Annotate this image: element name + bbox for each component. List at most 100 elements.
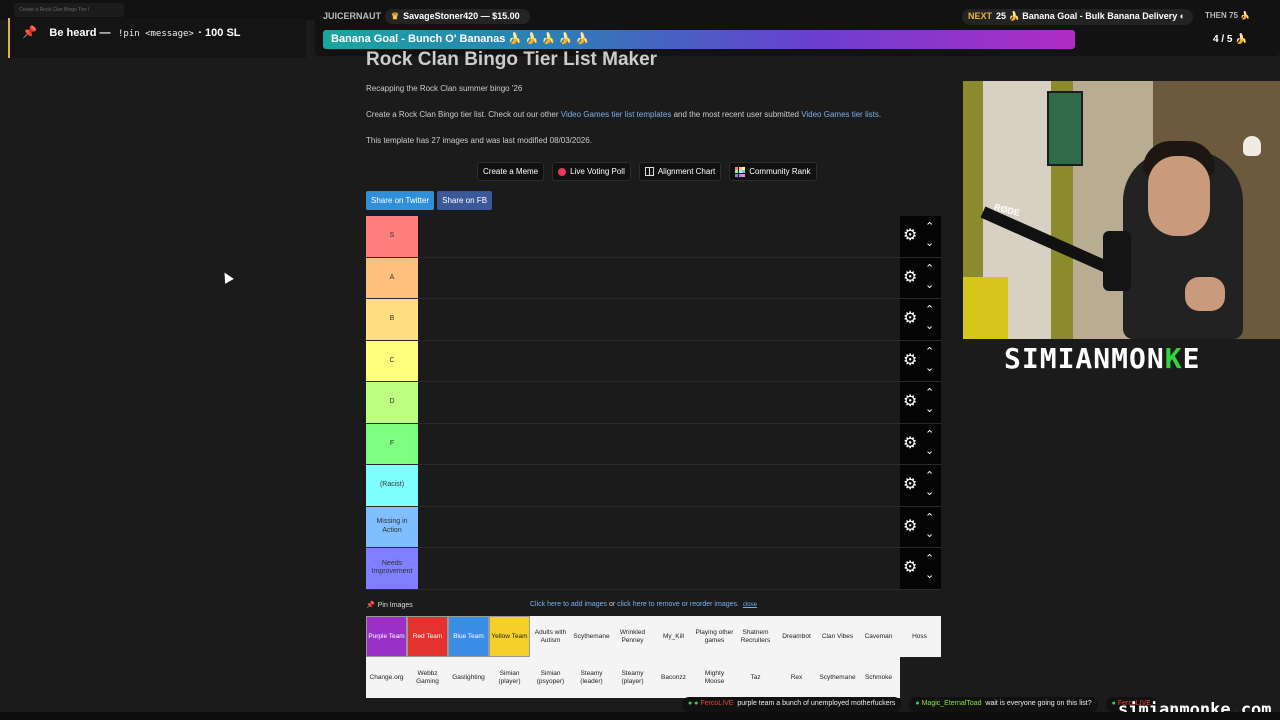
alignment-chart-button[interactable]: Alignment Chart xyxy=(638,162,722,181)
image-card[interactable]: Shatnem Recruiters xyxy=(735,616,776,657)
chevron-down-icon[interactable]: ⌄ xyxy=(925,361,934,374)
video-games-tier-lists-link[interactable]: Video Games tier lists xyxy=(801,110,879,119)
chevron-down-icon[interactable]: ⌄ xyxy=(925,444,934,457)
pin-message-overlay: 📌 Be heard — !pin <message> · 100 SL xyxy=(8,18,306,58)
chevron-up-icon[interactable]: ⌃ xyxy=(925,428,934,441)
tier-controls: ⚙ ⌃ ⌄ xyxy=(900,382,941,423)
chevron-down-icon[interactable]: ⌄ xyxy=(925,319,934,332)
page-description: Create a Rock Clan Bingo tier list. Chec… xyxy=(366,110,881,119)
chevron-up-icon[interactable]: ⌃ xyxy=(925,552,934,565)
chevron-up-icon[interactable]: ⌃ xyxy=(925,220,934,233)
image-card[interactable]: Scythemane xyxy=(571,616,612,657)
chevron-down-icon[interactable]: ⌄ xyxy=(925,236,934,249)
chevron-down-icon[interactable]: ⌄ xyxy=(925,485,934,498)
tier-label[interactable]: B xyxy=(366,299,418,340)
reorder-images-link[interactable]: click here to remove or reorder images. xyxy=(617,601,739,608)
image-card[interactable]: Baconzz xyxy=(653,657,694,698)
gear-icon[interactable]: ⚙ xyxy=(903,394,917,410)
tier-drop-zone[interactable] xyxy=(418,257,900,298)
gear-icon[interactable]: ⚙ xyxy=(903,269,917,286)
image-card[interactable]: Rex xyxy=(776,657,817,698)
image-card[interactable]: My_Kill xyxy=(653,616,694,657)
chevron-up-icon[interactable]: ⌃ xyxy=(925,262,934,275)
image-card[interactable]: Yellow Team xyxy=(489,616,530,657)
live-voting-poll-button[interactable]: Live Voting Poll xyxy=(552,162,631,181)
chevron-down-icon[interactable]: ⌄ xyxy=(925,278,934,291)
chat-text: wait is everyone going on this list? xyxy=(985,700,1092,707)
tier-label[interactable]: (Racist) xyxy=(366,465,418,506)
tier-label[interactable]: Needs Improvement xyxy=(366,548,418,589)
chevron-up-icon[interactable]: ⌃ xyxy=(925,345,934,358)
image-card[interactable]: Wrinkled Penney xyxy=(612,616,653,657)
chevron-up-icon[interactable]: ⌃ xyxy=(925,303,934,316)
tier-label[interactable]: Missing in Action xyxy=(366,506,418,547)
gear-icon[interactable]: ⚙ xyxy=(903,518,917,535)
create-meme-button[interactable]: Create a Meme xyxy=(477,162,545,181)
image-card[interactable]: Gaslighting xyxy=(448,657,489,698)
chevron-up-icon[interactable]: ⌃ xyxy=(925,469,934,482)
tier-controls: ⚙ ⌃ ⌄ xyxy=(900,548,941,589)
chevron-up-icon[interactable]: ⌃ xyxy=(925,386,934,399)
image-card[interactable]: Steamy (player) xyxy=(612,657,653,698)
image-card[interactable]: Clan Vibes xyxy=(817,616,858,657)
browser-tab[interactable]: Create a Rock Clan Bingo Tier l xyxy=(14,3,124,17)
tier-row: F ⚙ ⌃ ⌄ xyxy=(366,423,941,465)
image-card[interactable]: Webbz Gaming xyxy=(407,657,448,698)
image-card[interactable]: Caveman xyxy=(858,616,899,657)
chevron-down-icon[interactable]: ⌄ xyxy=(925,527,934,540)
tier-label[interactable]: D xyxy=(366,382,418,423)
tier-label[interactable]: S xyxy=(366,216,418,257)
image-card[interactable]: Schmoke xyxy=(858,657,899,698)
alignment-label: Alignment Chart xyxy=(657,167,716,176)
stream-screen: { "browser": { "tab_title": "Create a Ro… xyxy=(0,0,1280,720)
share-twitter-button[interactable]: Share on Twitter xyxy=(366,191,435,210)
image-card[interactable]: Mighty Moose xyxy=(694,657,735,698)
tier-drop-zone[interactable] xyxy=(418,299,900,340)
close-link[interactable]: close xyxy=(743,602,757,608)
tier-row: B ⚙ ⌃ ⌄ xyxy=(366,299,941,341)
tier-drop-zone[interactable] xyxy=(418,382,900,423)
tier-drop-zone[interactable] xyxy=(418,423,900,464)
image-card[interactable]: Playing other games xyxy=(694,616,735,657)
tier-label[interactable]: C xyxy=(366,340,418,381)
image-card[interactable]: Steamy (leader) xyxy=(571,657,612,698)
gear-icon[interactable]: ⚙ xyxy=(903,311,917,327)
tier-drop-zone[interactable] xyxy=(418,465,900,506)
tier-row: Missing in Action ⚙ ⌃ ⌄ xyxy=(366,506,941,548)
gear-icon[interactable]: ⚙ xyxy=(903,228,917,244)
tier-row: C ⚙ ⌃ ⌄ xyxy=(366,340,941,382)
tier-label[interactable]: F xyxy=(366,423,418,464)
add-images-link[interactable]: Click here to add images xyxy=(530,601,607,608)
tier-drop-zone[interactable] xyxy=(418,548,900,589)
chat-message: ● Magic_EternalToad wait is everyone goin… xyxy=(909,697,1098,712)
image-card[interactable]: Blue Team xyxy=(448,616,489,657)
tier-drop-zone[interactable] xyxy=(418,340,900,381)
image-card[interactable]: Change.org xyxy=(366,657,407,698)
pin-images-toggle[interactable]: 📌 Pin Images xyxy=(366,601,413,609)
image-card[interactable]: Taz xyxy=(735,657,776,698)
video-games-templates-link[interactable]: Video Games tier list templates xyxy=(561,110,672,119)
tier-drop-zone[interactable] xyxy=(418,506,900,547)
gear-icon[interactable]: ⚙ xyxy=(903,435,917,452)
gear-icon[interactable]: ⚙ xyxy=(903,477,917,493)
tier-label[interactable]: A xyxy=(366,257,418,298)
image-card[interactable]: Purple Team xyxy=(366,616,407,657)
tier-drop-zone[interactable] xyxy=(418,216,900,257)
community-rank-button[interactable]: Community Rank xyxy=(729,162,817,181)
image-card[interactable]: Dreambot xyxy=(776,616,817,657)
image-card[interactable]: Simian (player) xyxy=(489,657,530,698)
image-card[interactable]: Red Team xyxy=(407,616,448,657)
image-card[interactable]: Adults with Autism xyxy=(530,616,571,657)
image-card[interactable]: Scythemane xyxy=(817,657,858,698)
chevron-down-icon[interactable]: ⌄ xyxy=(925,568,934,581)
share-fb-button[interactable]: Share on FB xyxy=(437,191,493,210)
gear-icon[interactable]: ⚙ xyxy=(903,560,917,576)
channel-logo: SIMIANMONKE xyxy=(1004,342,1201,375)
image-card[interactable]: Simian (psyoper) xyxy=(530,657,571,698)
gear-icon[interactable]: ⚙ xyxy=(903,352,917,369)
banana-goal-progress: Banana Goal - Bunch O' Bananas 🍌 🍌 🍌 🍌 🍌 xyxy=(323,30,1075,49)
image-bank: Purple Team Red Team Blue Team Yellow Team A… xyxy=(366,616,941,698)
chevron-down-icon[interactable]: ⌄ xyxy=(925,402,934,415)
image-card[interactable]: Hoss xyxy=(899,616,940,657)
chevron-up-icon[interactable]: ⌃ xyxy=(925,511,934,524)
